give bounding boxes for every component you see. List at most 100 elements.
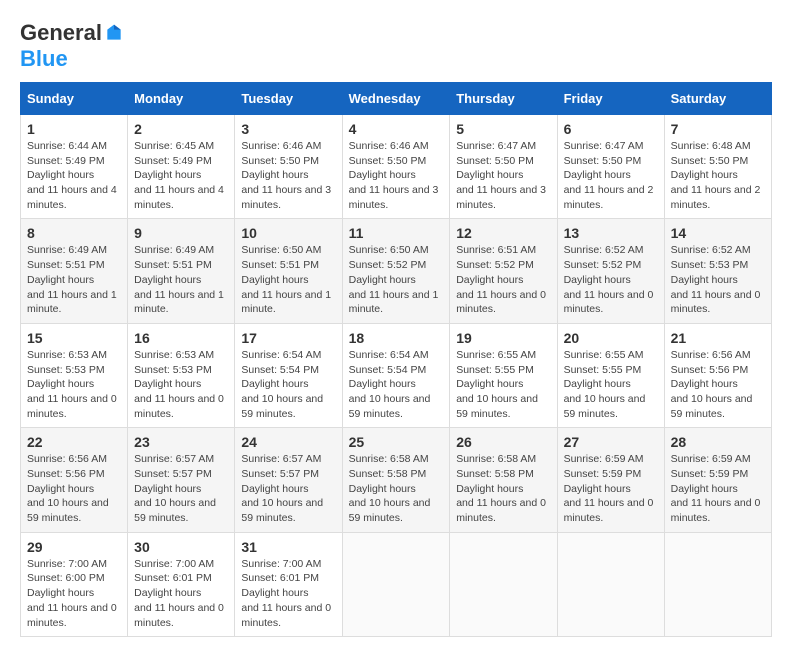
day-number: 27 [564, 434, 658, 450]
sunrise-label: Sunrise: 6:56 AM [671, 349, 751, 361]
sunrise-label: Sunrise: 6:50 AM [241, 244, 321, 256]
daylight-value: and 11 hours and 0 minutes. [27, 602, 117, 629]
calendar-week-row: 8 Sunrise: 6:49 AM Sunset: 5:51 PM Dayli… [21, 219, 772, 323]
calendar-week-row: 1 Sunrise: 6:44 AM Sunset: 5:49 PM Dayli… [21, 115, 772, 219]
calendar-day-cell [342, 532, 450, 636]
daylight-value: and 10 hours and 59 minutes. [349, 497, 431, 524]
day-info: Sunrise: 6:50 AM Sunset: 5:52 PM Dayligh… [349, 243, 444, 316]
daylight-label: Daylight hours [456, 378, 523, 390]
day-info: Sunrise: 6:48 AM Sunset: 5:50 PM Dayligh… [671, 139, 765, 212]
daylight-label: Daylight hours [349, 378, 416, 390]
weekday-header: Wednesday [342, 83, 450, 115]
daylight-label: Daylight hours [456, 483, 523, 495]
sunrise-label: Sunrise: 6:56 AM [27, 453, 107, 465]
daylight-label: Daylight hours [134, 587, 201, 599]
sunrise-label: Sunrise: 6:48 AM [671, 140, 751, 152]
day-info: Sunrise: 7:00 AM Sunset: 6:00 PM Dayligh… [27, 557, 121, 630]
daylight-label: Daylight hours [349, 274, 416, 286]
sunrise-label: Sunrise: 7:00 AM [27, 558, 107, 570]
day-number: 12 [456, 225, 550, 241]
daylight-label: Daylight hours [27, 587, 94, 599]
sunset-label: Sunset: 5:53 PM [27, 364, 105, 376]
sunset-label: Sunset: 5:57 PM [241, 468, 319, 480]
daylight-value: and 10 hours and 59 minutes. [564, 393, 646, 420]
daylight-value: and 11 hours and 0 minutes. [564, 497, 654, 524]
calendar-day-cell: 18 Sunrise: 6:54 AM Sunset: 5:54 PM Dayl… [342, 323, 450, 427]
calendar-day-cell: 17 Sunrise: 6:54 AM Sunset: 5:54 PM Dayl… [235, 323, 342, 427]
day-info: Sunrise: 6:49 AM Sunset: 5:51 PM Dayligh… [134, 243, 228, 316]
day-number: 9 [134, 225, 228, 241]
sunset-label: Sunset: 5:50 PM [564, 155, 642, 167]
daylight-value: and 11 hours and 0 minutes. [27, 393, 117, 420]
day-number: 4 [349, 121, 444, 137]
daylight-value: and 11 hours and 3 minutes. [456, 184, 546, 211]
daylight-label: Daylight hours [564, 483, 631, 495]
daylight-label: Daylight hours [349, 169, 416, 181]
day-number: 1 [27, 121, 121, 137]
day-number: 30 [134, 539, 228, 555]
calendar-day-cell: 25 Sunrise: 6:58 AM Sunset: 5:58 PM Dayl… [342, 428, 450, 532]
calendar-day-cell: 22 Sunrise: 6:56 AM Sunset: 5:56 PM Dayl… [21, 428, 128, 532]
sunset-label: Sunset: 5:58 PM [349, 468, 427, 480]
calendar-day-cell: 1 Sunrise: 6:44 AM Sunset: 5:49 PM Dayli… [21, 115, 128, 219]
day-info: Sunrise: 6:52 AM Sunset: 5:53 PM Dayligh… [671, 243, 765, 316]
logo-icon [104, 23, 124, 43]
day-number: 11 [349, 225, 444, 241]
day-info: Sunrise: 6:50 AM Sunset: 5:51 PM Dayligh… [241, 243, 335, 316]
weekday-header: Tuesday [235, 83, 342, 115]
calendar-day-cell: 11 Sunrise: 6:50 AM Sunset: 5:52 PM Dayl… [342, 219, 450, 323]
day-info: Sunrise: 6:56 AM Sunset: 5:56 PM Dayligh… [671, 348, 765, 421]
sunset-label: Sunset: 5:52 PM [456, 259, 534, 271]
daylight-label: Daylight hours [27, 169, 94, 181]
calendar-day-cell: 31 Sunrise: 7:00 AM Sunset: 6:01 PM Dayl… [235, 532, 342, 636]
calendar-day-cell: 24 Sunrise: 6:57 AM Sunset: 5:57 PM Dayl… [235, 428, 342, 532]
day-info: Sunrise: 6:53 AM Sunset: 5:53 PM Dayligh… [27, 348, 121, 421]
page-header: General Blue [20, 20, 772, 72]
day-info: Sunrise: 6:55 AM Sunset: 5:55 PM Dayligh… [564, 348, 658, 421]
day-number: 20 [564, 330, 658, 346]
sunrise-label: Sunrise: 6:55 AM [456, 349, 536, 361]
sunrise-label: Sunrise: 6:49 AM [27, 244, 107, 256]
calendar-day-cell: 2 Sunrise: 6:45 AM Sunset: 5:49 PM Dayli… [128, 115, 235, 219]
sunset-label: Sunset: 5:52 PM [349, 259, 427, 271]
sunrise-label: Sunrise: 6:51 AM [456, 244, 536, 256]
daylight-label: Daylight hours [241, 274, 308, 286]
logo-general: General [20, 20, 102, 46]
day-info: Sunrise: 6:54 AM Sunset: 5:54 PM Dayligh… [241, 348, 335, 421]
sunrise-label: Sunrise: 6:50 AM [349, 244, 429, 256]
sunrise-label: Sunrise: 6:59 AM [671, 453, 751, 465]
daylight-value: and 11 hours and 0 minutes. [456, 289, 546, 316]
calendar-day-cell: 5 Sunrise: 6:47 AM Sunset: 5:50 PM Dayli… [450, 115, 557, 219]
calendar-day-cell: 9 Sunrise: 6:49 AM Sunset: 5:51 PM Dayli… [128, 219, 235, 323]
calendar-day-cell: 20 Sunrise: 6:55 AM Sunset: 5:55 PM Dayl… [557, 323, 664, 427]
day-info: Sunrise: 6:46 AM Sunset: 5:50 PM Dayligh… [349, 139, 444, 212]
calendar-day-cell: 7 Sunrise: 6:48 AM Sunset: 5:50 PM Dayli… [664, 115, 771, 219]
day-info: Sunrise: 6:54 AM Sunset: 5:54 PM Dayligh… [349, 348, 444, 421]
sunrise-label: Sunrise: 6:59 AM [564, 453, 644, 465]
sunset-label: Sunset: 5:58 PM [456, 468, 534, 480]
sunrise-label: Sunrise: 6:47 AM [564, 140, 644, 152]
sunset-label: Sunset: 5:56 PM [27, 468, 105, 480]
daylight-value: and 11 hours and 0 minutes. [456, 497, 546, 524]
calendar-day-cell: 26 Sunrise: 6:58 AM Sunset: 5:58 PM Dayl… [450, 428, 557, 532]
day-number: 18 [349, 330, 444, 346]
sunset-label: Sunset: 5:53 PM [134, 364, 212, 376]
day-number: 15 [27, 330, 121, 346]
day-info: Sunrise: 6:59 AM Sunset: 5:59 PM Dayligh… [564, 452, 658, 525]
calendar-day-cell: 14 Sunrise: 6:52 AM Sunset: 5:53 PM Dayl… [664, 219, 771, 323]
daylight-value: and 11 hours and 3 minutes. [241, 184, 331, 211]
weekday-header: Friday [557, 83, 664, 115]
daylight-label: Daylight hours [671, 483, 738, 495]
sunset-label: Sunset: 5:59 PM [671, 468, 749, 480]
day-info: Sunrise: 6:57 AM Sunset: 5:57 PM Dayligh… [134, 452, 228, 525]
day-number: 14 [671, 225, 765, 241]
sunrise-label: Sunrise: 6:47 AM [456, 140, 536, 152]
day-info: Sunrise: 6:59 AM Sunset: 5:59 PM Dayligh… [671, 452, 765, 525]
daylight-value: and 10 hours and 59 minutes. [671, 393, 753, 420]
daylight-label: Daylight hours [671, 378, 738, 390]
calendar-day-cell: 10 Sunrise: 6:50 AM Sunset: 5:51 PM Dayl… [235, 219, 342, 323]
day-info: Sunrise: 6:44 AM Sunset: 5:49 PM Dayligh… [27, 139, 121, 212]
day-number: 6 [564, 121, 658, 137]
calendar-day-cell: 21 Sunrise: 6:56 AM Sunset: 5:56 PM Dayl… [664, 323, 771, 427]
sunset-label: Sunset: 5:55 PM [456, 364, 534, 376]
